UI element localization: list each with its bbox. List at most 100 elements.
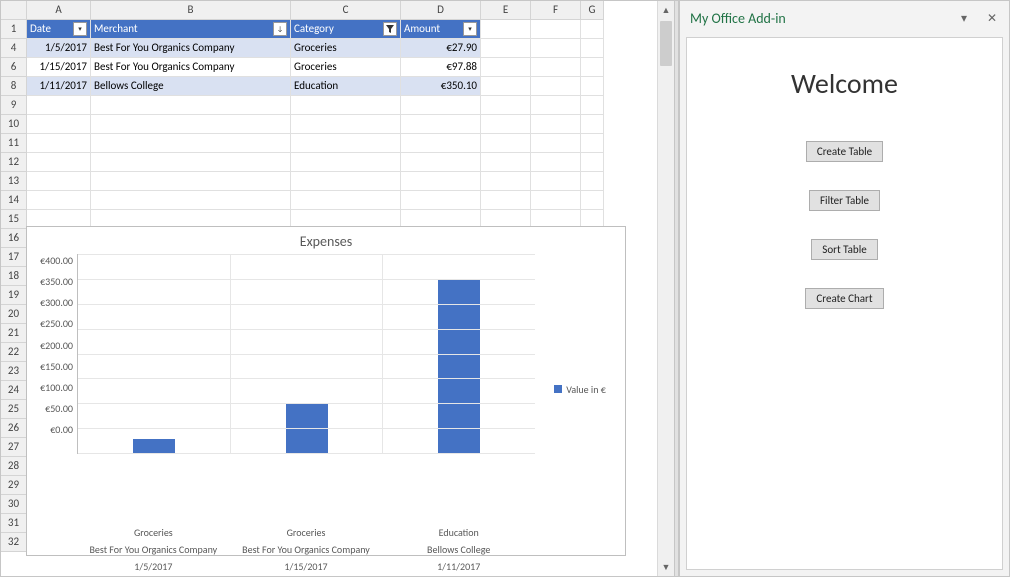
chart-object[interactable]: Expenses €400.00€350.00€300.00€250.00€20…: [26, 226, 626, 556]
row-header-17[interactable]: 17: [1, 248, 27, 267]
row-header-25[interactable]: 25: [1, 400, 27, 419]
row-header-15[interactable]: 15: [1, 210, 27, 229]
empty-cell[interactable]: [401, 172, 481, 191]
empty-cell[interactable]: [401, 115, 481, 134]
table-header-amount[interactable]: Amount▾: [401, 20, 481, 39]
cell-merchant[interactable]: Best For You Organics Company: [91, 39, 291, 58]
empty-cell[interactable]: [27, 172, 91, 191]
close-icon[interactable]: ✕: [985, 11, 999, 26]
column-header-A[interactable]: A: [27, 1, 91, 20]
empty-cell[interactable]: [91, 115, 291, 134]
empty-cell[interactable]: [91, 191, 291, 210]
empty-cell[interactable]: [531, 77, 581, 96]
filter-dropdown-icon[interactable]: [383, 22, 397, 36]
cell-category[interactable]: Groceries: [291, 58, 401, 77]
empty-cell[interactable]: [581, 39, 604, 58]
table-header-date[interactable]: Date▾: [27, 20, 91, 39]
empty-cell[interactable]: [401, 96, 481, 115]
row-header-27[interactable]: 27: [1, 438, 27, 457]
cell-date[interactable]: 1/15/2017: [27, 58, 91, 77]
row-header-26[interactable]: 26: [1, 419, 27, 438]
row-header-8[interactable]: 8: [1, 77, 27, 96]
empty-cell[interactable]: [401, 134, 481, 153]
empty-cell[interactable]: [91, 153, 291, 172]
bar[interactable]: [438, 279, 480, 453]
row-header-29[interactable]: 29: [1, 476, 27, 495]
empty-cell[interactable]: [531, 115, 581, 134]
empty-cell[interactable]: [27, 153, 91, 172]
empty-cell[interactable]: [91, 134, 291, 153]
create-chart-button[interactable]: Create Chart: [805, 288, 883, 309]
cell-category[interactable]: Groceries: [291, 39, 401, 58]
empty-cell[interactable]: [27, 134, 91, 153]
empty-cell[interactable]: [91, 172, 291, 191]
column-header-E[interactable]: E: [481, 1, 531, 20]
empty-cell[interactable]: [531, 58, 581, 77]
row-header-18[interactable]: 18: [1, 267, 27, 286]
row-header-14[interactable]: 14: [1, 191, 27, 210]
empty-cell[interactable]: [581, 58, 604, 77]
cell-amount[interactable]: €350.10: [401, 77, 481, 96]
empty-cell[interactable]: [581, 115, 604, 134]
cell-date[interactable]: 1/5/2017: [27, 39, 91, 58]
filter-dropdown-icon[interactable]: ▾: [463, 22, 477, 36]
table-header-merchant[interactable]: Merchant↓: [91, 20, 291, 39]
empty-cell[interactable]: [481, 191, 531, 210]
empty-cell[interactable]: [481, 115, 531, 134]
table-header-category[interactable]: Category: [291, 20, 401, 39]
empty-cell[interactable]: [481, 96, 531, 115]
filter-dropdown-icon[interactable]: ↓: [273, 22, 287, 36]
empty-cell[interactable]: [27, 96, 91, 115]
row-header-28[interactable]: 28: [1, 457, 27, 476]
row-header-11[interactable]: 11: [1, 134, 27, 153]
empty-cell[interactable]: [291, 153, 401, 172]
empty-cell[interactable]: [531, 134, 581, 153]
empty-cell[interactable]: [581, 191, 604, 210]
empty-cell[interactable]: [481, 77, 531, 96]
cell-date[interactable]: 1/11/2017: [27, 77, 91, 96]
cell-category[interactable]: Education: [291, 77, 401, 96]
create-table-button[interactable]: Create Table: [806, 141, 883, 162]
empty-cell[interactable]: [531, 153, 581, 172]
empty-cell[interactable]: [581, 153, 604, 172]
column-header-C[interactable]: C: [291, 1, 401, 20]
scroll-down-arrow[interactable]: ▼: [658, 558, 674, 576]
row-header-31[interactable]: 31: [1, 514, 27, 533]
empty-cell[interactable]: [481, 153, 531, 172]
empty-cell[interactable]: [481, 39, 531, 58]
row-header-9[interactable]: 9: [1, 96, 27, 115]
row-header-21[interactable]: 21: [1, 324, 27, 343]
row-header-1[interactable]: 1: [1, 20, 27, 39]
empty-cell[interactable]: [581, 134, 604, 153]
cell-merchant[interactable]: Bellows College: [91, 77, 291, 96]
pane-menu-icon[interactable]: ▾: [957, 11, 971, 26]
row-header-6[interactable]: 6: [1, 58, 27, 77]
empty-cell[interactable]: [291, 115, 401, 134]
row-header-13[interactable]: 13: [1, 172, 27, 191]
empty-cell[interactable]: [581, 172, 604, 191]
sort-table-button[interactable]: Sort Table: [811, 239, 877, 260]
cell-amount[interactable]: €27.90: [401, 39, 481, 58]
column-header-B[interactable]: B: [91, 1, 291, 20]
cell-amount[interactable]: €97.88: [401, 58, 481, 77]
empty-cell[interactable]: [481, 58, 531, 77]
empty-cell[interactable]: [531, 96, 581, 115]
empty-cell[interactable]: [401, 153, 481, 172]
row-header-19[interactable]: 19: [1, 286, 27, 305]
empty-cell[interactable]: [531, 39, 581, 58]
empty-cell[interactable]: [91, 96, 291, 115]
column-header-F[interactable]: F: [531, 1, 581, 20]
column-header-D[interactable]: D: [401, 1, 481, 20]
filter-table-button[interactable]: Filter Table: [809, 190, 880, 211]
empty-cell[interactable]: [27, 191, 91, 210]
empty-cell[interactable]: [481, 172, 531, 191]
empty-cell[interactable]: [581, 77, 604, 96]
empty-cell[interactable]: [291, 96, 401, 115]
row-header-24[interactable]: 24: [1, 381, 27, 400]
row-header-22[interactable]: 22: [1, 343, 27, 362]
empty-cell[interactable]: [481, 20, 531, 39]
row-header-23[interactable]: 23: [1, 362, 27, 381]
row-header-10[interactable]: 10: [1, 115, 27, 134]
row-header-30[interactable]: 30: [1, 495, 27, 514]
row-header-12[interactable]: 12: [1, 153, 27, 172]
